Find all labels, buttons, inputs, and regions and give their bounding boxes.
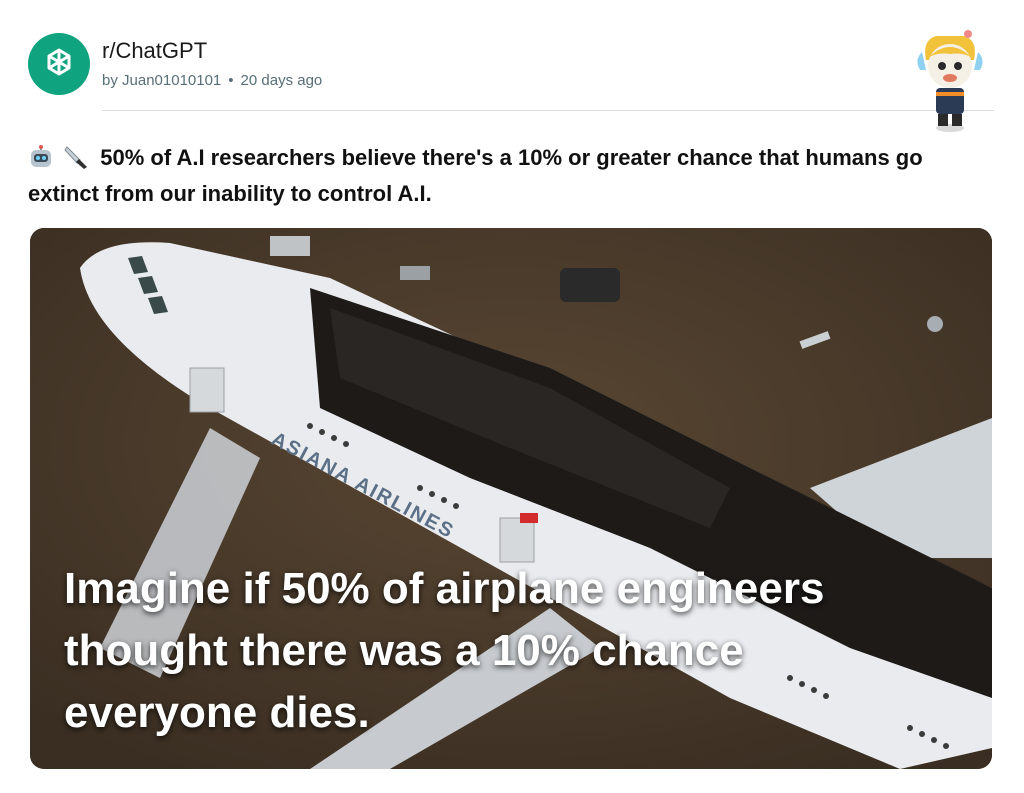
post-title[interactable]: 50% of A.I researchers believe there's a… [28,145,923,206]
meta-separator: • [228,72,234,89]
post-meta: by Juan01010101 • 20 days ago [102,72,322,89]
post-header: r/ChatGPT by Juan01010101 • 20 days ago [28,30,994,132]
subreddit-avatar[interactable] [28,33,90,95]
post-title-row: 50% of A.I researchers believe there's a… [28,142,988,210]
user-avatar[interactable] [914,30,986,134]
post-timestamp: 20 days ago [240,72,323,89]
post-image[interactable]: ASIANA AIRLINES Imagine if 50% of airpla… [30,228,992,769]
openai-logo-icon [47,48,71,76]
robot-face-icon [28,145,54,178]
knife-icon [64,145,90,178]
subreddit-name[interactable]: r/ChatGPT [102,38,207,64]
header-divider [102,110,994,111]
author-link[interactable]: by Juan01010101 [102,72,221,89]
image-caption: Imagine if 50% of airplane engineers tho… [64,564,825,737]
